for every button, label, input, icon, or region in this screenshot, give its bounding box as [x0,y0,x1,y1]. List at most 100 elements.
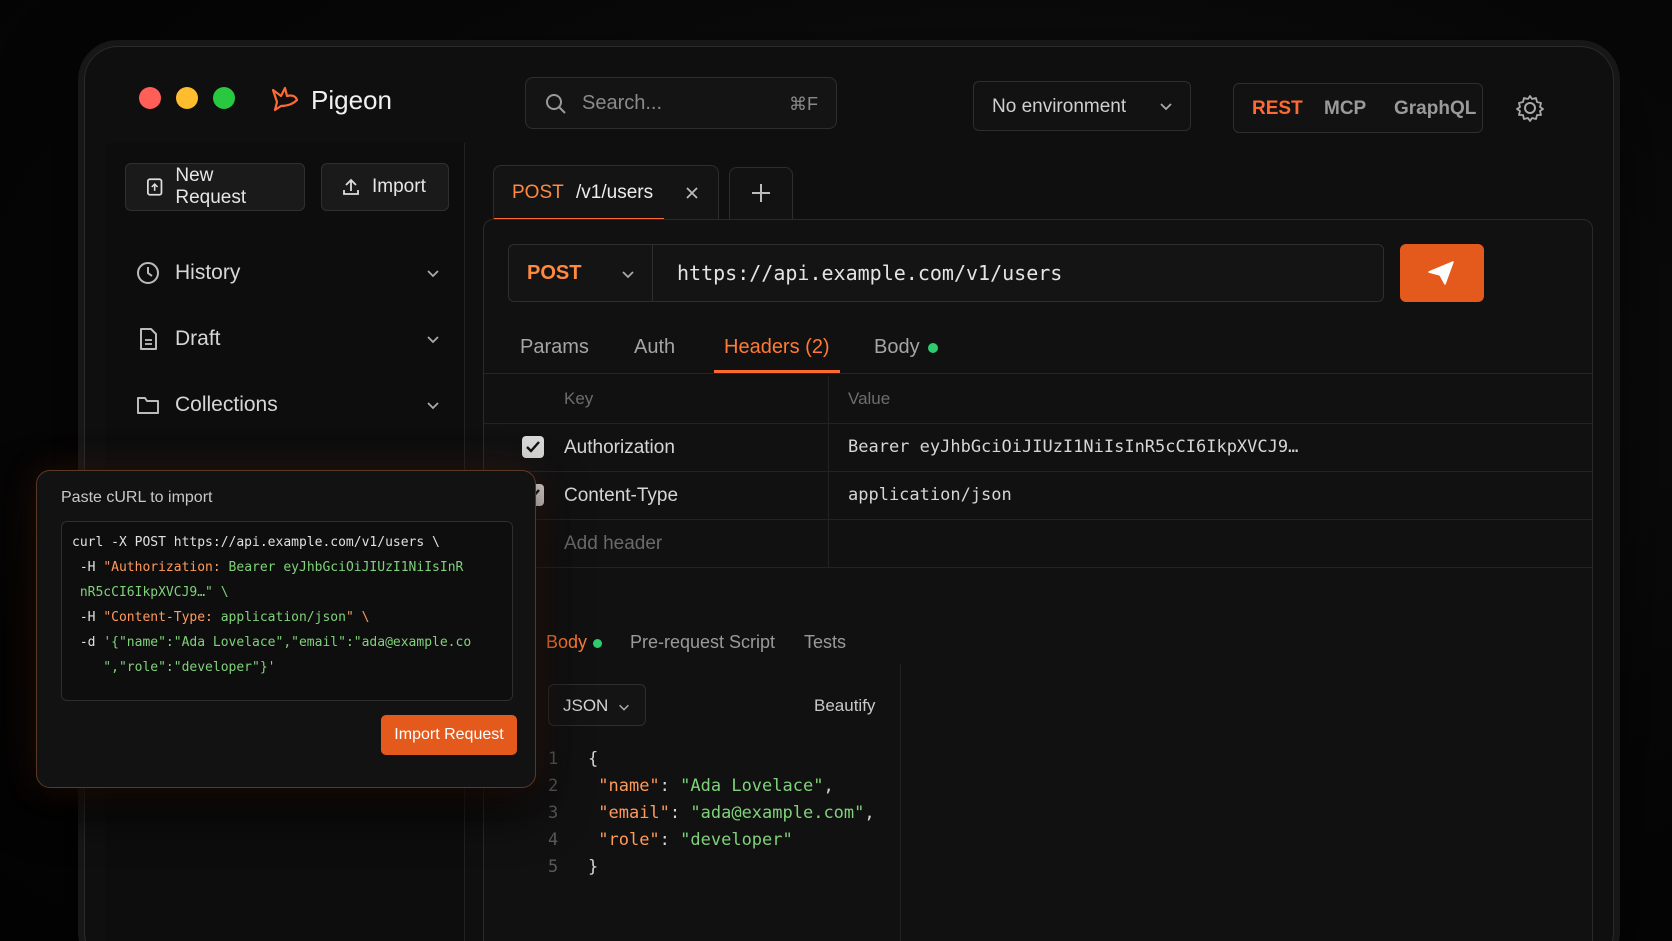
request-tab-strip: POST /v1/users [493,165,1593,221]
editor-divider [900,664,901,941]
protocol-mcp[interactable]: MCP [1324,98,1366,120]
header-value[interactable]: application/json [848,485,1012,505]
tab-pre-request-script[interactable]: Pre-request Script [630,632,775,653]
request-tab-path: /v1/users [576,182,654,203]
curl-import-popup: Paste cURL to import curl -X POST https:… [36,470,536,788]
gear-icon[interactable] [1515,93,1545,123]
body-status-dot [593,638,603,648]
json-value: "ada@example.com" [690,803,865,823]
header-enabled-checkbox[interactable] [522,436,544,458]
request-subtabs: Params Auth Headers (2) Body [484,326,1592,374]
new-request-button[interactable]: New Request [125,163,305,211]
column-divider [828,472,829,520]
table-header-row: Key Value [484,376,1592,424]
protocol-switcher: REST MCP GraphQL [1233,83,1483,133]
title-bar: Pigeon Search... ⌘F No environment REST … [85,47,1613,143]
search-icon [546,94,566,114]
sidebar-item-label: Collections [175,393,278,416]
request-tab[interactable]: POST /v1/users [493,165,719,221]
code-line: 4 "role": "developer" [548,827,875,854]
line-number: 3 [548,803,559,823]
beautify-button[interactable]: Beautify [814,696,875,716]
tab-headers[interactable]: Headers (2) [724,336,830,359]
sidebar-item-collections[interactable]: Collections [135,385,445,425]
popup-title: Paste cURL to import [61,489,213,506]
new-request-label: New Request [175,165,247,208]
curl-textarea[interactable]: curl -X POST https://api.example.com/v1/… [61,521,513,701]
json-value: "developer" [680,830,793,850]
code-line: 3 "email": "ada@example.com", [548,800,875,827]
file-icon [140,328,157,350]
sidebar-item-history[interactable]: History [135,253,445,293]
header-key[interactable]: Authorization [564,437,675,459]
header-key[interactable]: Content-Type [564,485,678,507]
column-divider [828,376,829,424]
plus-icon [752,184,770,202]
tab-body-label: Body [874,336,920,358]
maximize-window-button[interactable] [213,87,235,109]
curl-line: ","role":"developer"}' [72,660,276,675]
curl-header-value: Bearer eyJhbGciOiJIUzI1NiIsInR [228,560,464,575]
request-tab-method: POST [512,182,564,203]
line-number: 2 [548,776,559,796]
search-placeholder: Search... [582,92,663,114]
curl-flag: -H [72,610,104,625]
tab-tests[interactable]: Tests [804,632,846,653]
add-header-row: Add header [484,520,1592,568]
tab-params[interactable]: Params [520,336,589,359]
url-bar: POST https://api.example.com/v1/users [508,244,1384,302]
body-status-dot [927,342,938,353]
column-header-key: Key [564,389,594,408]
search-shortcut: ⌘F [789,94,818,114]
close-icon[interactable] [684,185,700,201]
curl-line: nR5cCI6IkpXVCJ9…" \ [72,585,229,600]
minimize-window-button[interactable] [176,87,198,109]
import-request-button[interactable]: Import Request [381,715,517,755]
curl-header-name: "Content-Type: [103,610,221,625]
active-subtab-indicator [714,370,840,373]
url-input[interactable]: https://api.example.com/v1/users [677,261,1062,285]
json-key: "role" [598,830,660,850]
code-line: 1{ [548,746,875,773]
tab-body-editor[interactable]: Body [546,632,603,653]
protocol-rest[interactable]: REST [1252,98,1303,120]
line-number: 4 [548,830,559,850]
sidebar-item-draft[interactable]: Draft [135,319,445,359]
request-panel: POST https://api.example.com/v1/users Pa… [483,219,1593,941]
chevron-down-icon [1160,103,1172,111]
send-button[interactable] [1400,244,1484,302]
close-window-button[interactable] [139,87,161,109]
header-value[interactable]: Bearer eyJhbGciOiJIUzI1NiIsInR5cCI6IkpXV… [848,437,1298,457]
method-label: POST [527,262,582,284]
protocol-graphql[interactable]: GraphQL [1394,98,1476,120]
json-key: "name" [598,776,660,796]
sidebar-item-label: Draft [175,327,221,350]
import-label: Import [372,176,426,197]
json-key: "email" [598,803,670,823]
search-box[interactable]: Search... ⌘F [525,77,837,129]
body-format-select[interactable]: JSON [548,684,646,726]
curl-quote: " \ [345,610,370,625]
upload-icon [343,178,359,195]
line-number: 1 [548,749,559,769]
curl-flag: -H [72,560,104,575]
environment-label: No environment [992,96,1127,117]
method-select[interactable]: POST [509,245,653,301]
environment-select[interactable]: No environment [973,81,1191,131]
tab-body[interactable]: Body [874,336,938,359]
add-header-input[interactable]: Add header [564,533,662,555]
chevron-down-icon [619,704,629,711]
json-editor[interactable]: 1{ 2 "name": "Ada Lovelace", 3 "email": … [548,746,875,881]
tab-auth[interactable]: Auth [634,336,675,359]
curl-header-name: "Authorization: [103,560,229,575]
curl-line: curl -X POST https://api.example.com/v1/… [72,535,440,550]
chevron-down-icon [427,270,439,278]
import-button[interactable]: Import [321,163,449,211]
table-row: Authorization Bearer eyJhbGciOiJIUzI1NiI… [484,424,1592,472]
app-title: Pigeon [311,85,392,115]
folder-icon [137,397,159,414]
column-divider [828,520,829,568]
json-value: "Ada Lovelace" [680,776,824,796]
add-tab-button[interactable] [729,167,793,219]
code-line: 5} [548,854,875,881]
